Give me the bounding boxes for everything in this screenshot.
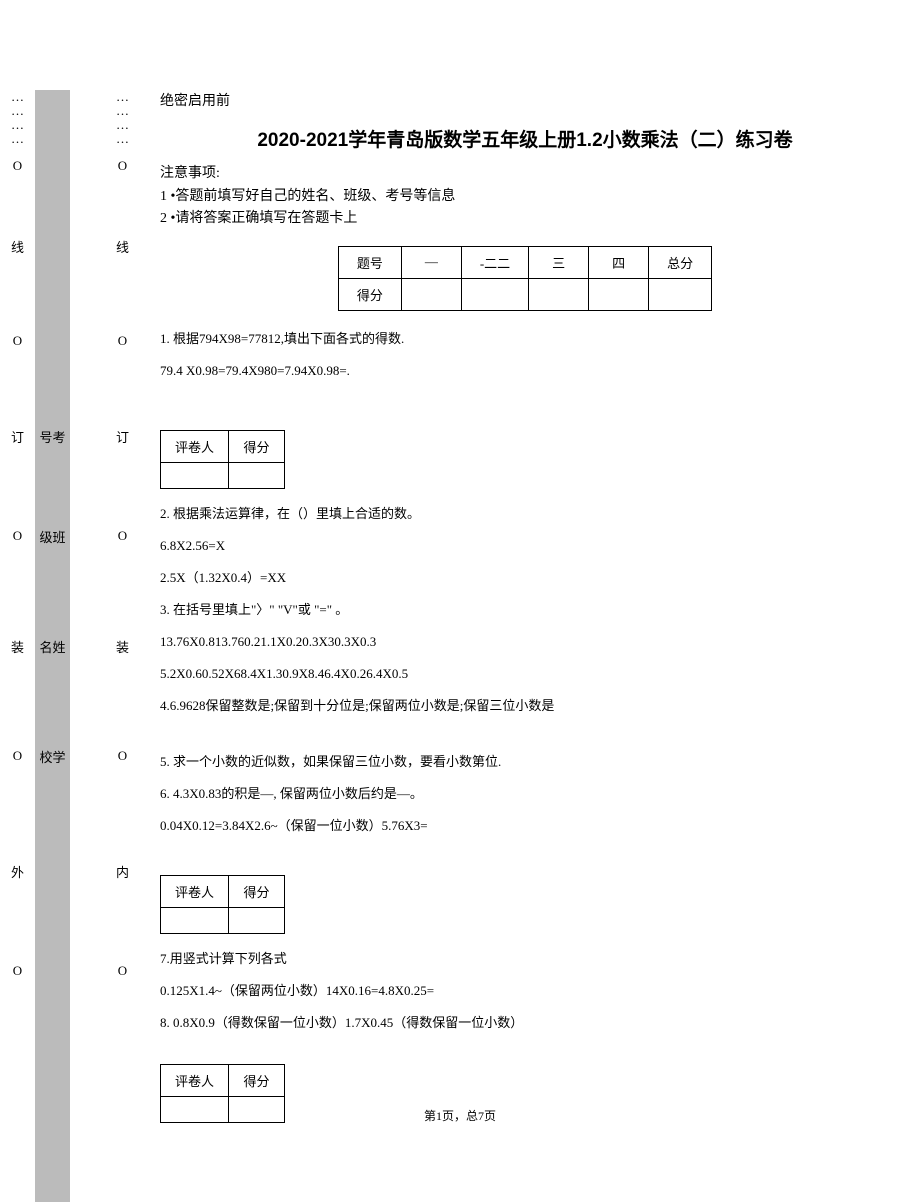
- table-row: 评卷人 得分: [161, 430, 285, 462]
- question-5: 5. 求一个小数的近似数，如果保留三位小数，要看小数第位.: [160, 749, 890, 775]
- gutter-mark: …: [11, 90, 24, 104]
- gutter-mark: 号考: [39, 416, 65, 456]
- question-4: 4.6.9628保留整数是;保留到十分位是;保留两位小数是;保留三位小数是: [160, 693, 890, 719]
- table-row: 评卷人 得分: [161, 875, 285, 907]
- question-8: 8. 0.8X0.9（得数保留一位小数）1.7X0.45（得数保留一位小数）: [160, 1010, 890, 1036]
- grader-cell: [229, 1096, 285, 1122]
- gutter-mark: 装: [11, 616, 24, 676]
- gutter-outer: …………O线O订O装O外O: [0, 90, 35, 1202]
- gutter-mark: 级班: [39, 496, 65, 576]
- table-row: 题号 — -二二 三 四 总分: [338, 246, 711, 278]
- gutter-mark: 装: [116, 616, 129, 676]
- grader-cell: [161, 1096, 229, 1122]
- gutter-mark: …: [116, 118, 129, 132]
- grader-cell: [161, 907, 229, 933]
- gutter-mark: O: [118, 946, 127, 996]
- gutter-mark: …: [11, 132, 24, 146]
- gutter-mark: 外: [11, 836, 24, 906]
- question-2-a: 2. 根据乘法运算律，在（）里填上合适的数。: [160, 501, 890, 527]
- question-7-b: 0.125X1.4~（保留两位小数）14X0.16=4.8X0.25=: [160, 978, 890, 1004]
- page-root: …………O线O订O装O外O 号考级班名姓校学 …………O线O订O装O内O 绝密启…: [0, 0, 920, 1202]
- question-2-c: 2.5X（1.32X0.4）=XX: [160, 565, 890, 591]
- table-row: 评卷人 得分: [161, 1064, 285, 1096]
- page-footer: 第1页，总7页: [424, 1107, 496, 1124]
- score-cell: [589, 278, 649, 310]
- confidential-label: 绝密启用前: [160, 90, 890, 110]
- gutter-mark: 订: [11, 416, 24, 456]
- score-cell: [529, 278, 589, 310]
- grader-col-1: 评卷人: [161, 875, 229, 907]
- score-table: 题号 — -二二 三 四 总分 得分: [338, 246, 712, 311]
- gutter-mark: …: [116, 132, 129, 146]
- table-row: 得分: [338, 278, 711, 310]
- grader-col-2: 得分: [229, 430, 285, 462]
- question-1-a: 1. 根据794X98=77812,填出下面各式的得数.: [160, 326, 890, 352]
- grader-cell: [161, 462, 229, 488]
- score-header-2: -二二: [461, 246, 528, 278]
- question-6-a: 6. 4.3X0.83的积是—, 保留两位小数后约是—。: [160, 781, 890, 807]
- question-1-b: 79.4 X0.98=79.4X980=7.94X0.98=.: [160, 358, 890, 384]
- main-content: 绝密启用前 2020-2021学年青岛版数学五年级上册1.2小数乘法（二）练习卷…: [140, 0, 920, 1202]
- table-row: [161, 907, 285, 933]
- score-header-total: 总分: [649, 246, 712, 278]
- gutter-mark: O: [118, 716, 127, 796]
- score-cell: [401, 278, 461, 310]
- grader-col-1: 评卷人: [161, 1064, 229, 1096]
- grader-cell: [229, 907, 285, 933]
- score-cell: [649, 278, 712, 310]
- gutter-mark: O: [13, 496, 22, 576]
- question-3-b: 13.76X0.813.760.21.1X0.20.3X30.3X0.3: [160, 629, 890, 655]
- notice-heading: 注意事项:: [160, 162, 890, 182]
- grader-cell: [229, 462, 285, 488]
- question-7-a: 7.用竖式计算下列各式: [160, 946, 890, 972]
- binding-gutter: …………O线O订O装O外O 号考级班名姓校学 …………O线O订O装O内O: [0, 0, 140, 1202]
- score-header-4: 四: [589, 246, 649, 278]
- gutter-mark: 名姓: [39, 616, 65, 676]
- grader-col-2: 得分: [229, 1064, 285, 1096]
- gutter-mark: …: [116, 104, 129, 118]
- score-header-3: 三: [529, 246, 589, 278]
- gutter-mark: 订: [116, 416, 129, 456]
- gutter-mark: O: [13, 306, 22, 376]
- gutter-mark: …: [11, 118, 24, 132]
- gutter-mark: O: [118, 146, 127, 186]
- gutter-mark: O: [13, 146, 22, 186]
- gutter-mark: 内: [116, 836, 129, 906]
- gutter-mark: …: [116, 90, 129, 104]
- grader-table: 评卷人 得分: [160, 430, 285, 489]
- gutter-mark: O: [13, 946, 22, 996]
- gutter-mark: O: [118, 306, 127, 376]
- grader-col-1: 评卷人: [161, 430, 229, 462]
- document-title: 2020-2021学年青岛版数学五年级上册1.2小数乘法（二）练习卷: [160, 125, 890, 152]
- gutter-mark: O: [13, 716, 22, 796]
- gutter-mark: O: [118, 496, 127, 576]
- gutter-middle: 号考级班名姓校学: [35, 90, 70, 1202]
- question-2-b: 6.8X2.56=X: [160, 533, 890, 559]
- score-header-1: —: [401, 246, 461, 278]
- score-header-number: 题号: [338, 246, 401, 278]
- question-3-c: 5.2X0.60.52X68.4X1.30.9X8.46.4X0.26.4X0.…: [160, 661, 890, 687]
- table-row: [161, 462, 285, 488]
- grader-col-2: 得分: [229, 875, 285, 907]
- notice-item-2: 2 •请将答案正确填写在答题卡上: [160, 208, 890, 230]
- gutter-mark: 线: [11, 226, 24, 266]
- question-3-a: 3. 在括号里填上"〉" "V"或 "=" 。: [160, 597, 890, 623]
- score-row-label: 得分: [338, 278, 401, 310]
- notice-item-1: 1 •答题前填写好自己的姓名、班级、考号等信息: [160, 186, 890, 208]
- gutter-mark: 校学: [39, 716, 65, 796]
- grader-table: 评卷人 得分: [160, 875, 285, 934]
- gutter-mark: 线: [116, 226, 129, 266]
- question-6-b: 0.04X0.12=3.84X2.6~（保留一位小数）5.76X3=: [160, 813, 890, 839]
- gutter-inner: …………O线O订O装O内O: [105, 90, 140, 1202]
- table-row: [161, 1096, 285, 1122]
- grader-table: 评卷人 得分: [160, 1064, 285, 1123]
- score-cell: [461, 278, 528, 310]
- gutter-mark: …: [11, 104, 24, 118]
